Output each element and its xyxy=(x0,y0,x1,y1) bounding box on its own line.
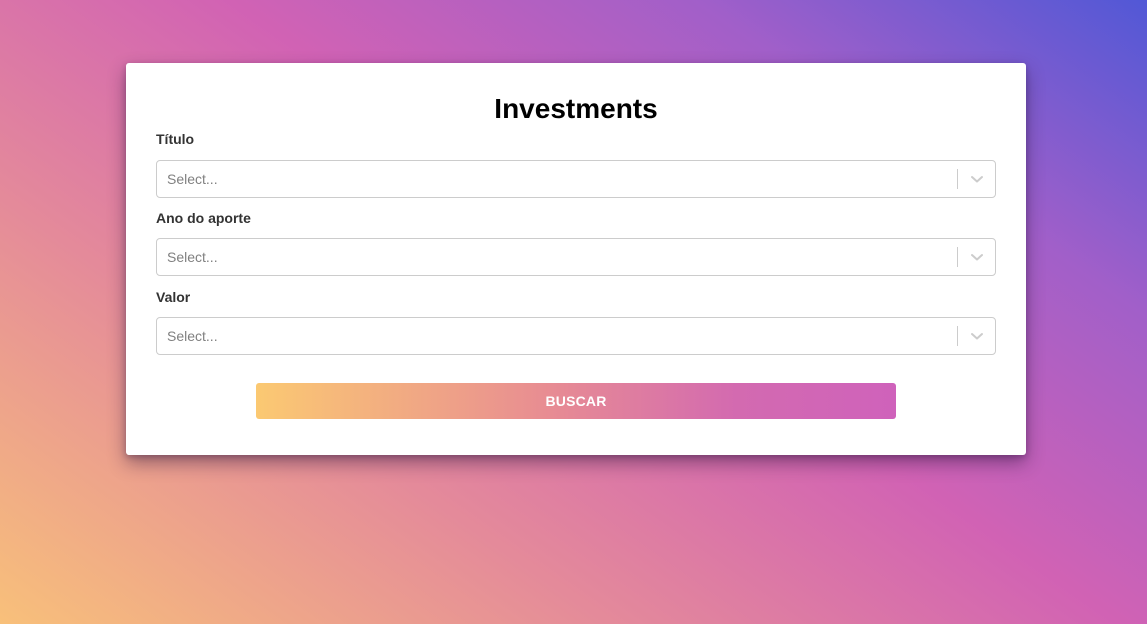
valor-select[interactable]: Select... xyxy=(156,317,996,355)
titulo-select-placeholder: Select... xyxy=(167,171,218,187)
chevron-down-icon[interactable] xyxy=(959,318,995,354)
investments-card: Investments Título Select... Ano do apor… xyxy=(126,63,1026,455)
select-separator xyxy=(957,169,958,189)
ano-do-aporte-label: Ano do aporte xyxy=(156,210,251,226)
titulo-label: Título xyxy=(156,131,195,147)
ano-do-aporte-select-placeholder: Select... xyxy=(167,249,218,265)
select-separator xyxy=(957,247,958,267)
buscar-button[interactable]: BUSCAR xyxy=(256,383,896,419)
valor-select-placeholder: Select... xyxy=(167,328,218,344)
chevron-down-icon[interactable] xyxy=(959,161,995,197)
titulo-select[interactable]: Select... xyxy=(156,160,996,198)
page-title: Investments xyxy=(494,93,658,124)
select-separator xyxy=(957,326,958,346)
ano-do-aporte-select[interactable]: Select... xyxy=(156,238,996,276)
chevron-down-icon[interactable] xyxy=(959,239,995,275)
valor-label: Valor xyxy=(156,289,191,305)
